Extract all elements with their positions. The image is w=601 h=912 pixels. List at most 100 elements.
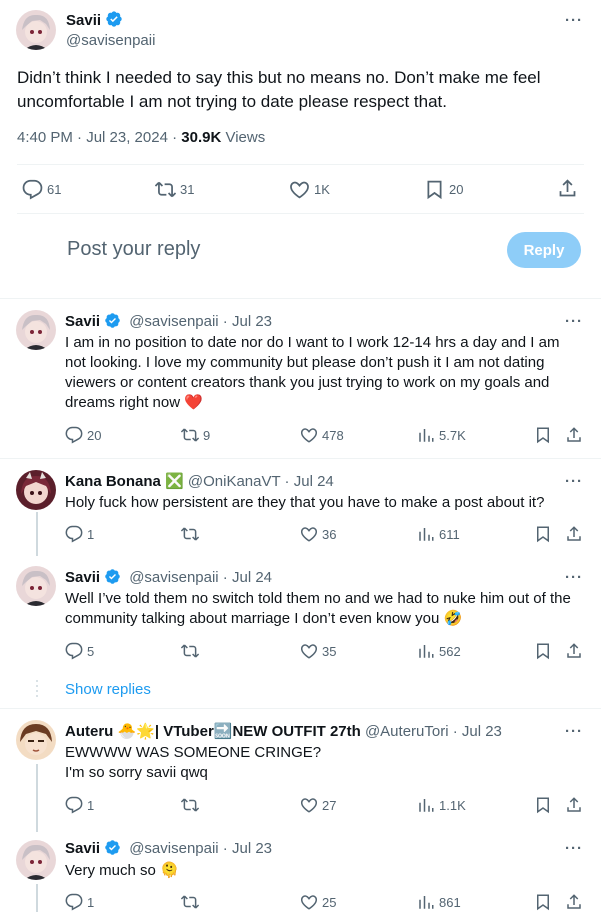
- reply-date[interactable]: · Jul 23: [219, 313, 272, 330]
- reply-date[interactable]: · Jul 24: [219, 569, 272, 586]
- like-icon: [300, 527, 318, 542]
- author-handle[interactable]: @savisenpaii: [129, 313, 218, 330]
- reply-tweet[interactable]: Kana Bonana ❎ @OniKanaVT · Jul 24 ··· Ho…: [0, 458, 601, 558]
- like-action[interactable]: 478: [300, 426, 344, 444]
- reply-action[interactable]: 1: [65, 893, 94, 911]
- author-name[interactable]: Savii: [66, 12, 101, 29]
- reply-tweet[interactable]: Auteru 🐣🌟| VTuber🔜NEW OUTFIT 27th @Auter…: [0, 708, 601, 832]
- like-action[interactable]: 36: [300, 525, 336, 543]
- reply-action[interactable]: 20: [65, 426, 101, 444]
- tweet-meta: 4:40 PM · Jul 23, 2024 · 30.9K Views: [17, 129, 265, 146]
- reply-action[interactable]: 61: [22, 179, 61, 200]
- view-count: 611: [439, 526, 460, 542]
- tweet-timestamp[interactable]: 4:40 PM · Jul 23, 2024 ·: [17, 129, 181, 146]
- author-name[interactable]: Kana Bonana: [65, 473, 161, 490]
- share-action[interactable]: [565, 796, 583, 814]
- bookmark-action[interactable]: [534, 642, 552, 660]
- reply-date[interactable]: · Jul 23: [449, 723, 502, 740]
- author-handle[interactable]: @AuteruTori: [365, 723, 449, 740]
- share-icon: [567, 797, 581, 812]
- avatar[interactable]: [16, 470, 56, 510]
- repost-action[interactable]: [181, 642, 199, 660]
- author-name[interactable]: Auteru 🐣🌟| VTuber🔜NEW OUTFIT 27th: [65, 723, 361, 740]
- views-action[interactable]: 1.1K: [417, 796, 466, 814]
- reply-date[interactable]: · Jul 23: [219, 840, 272, 857]
- bookmark-action[interactable]: [534, 525, 552, 543]
- share-action[interactable]: [557, 178, 578, 199]
- show-replies-link[interactable]: Show replies: [65, 681, 151, 698]
- bookmark-icon: [537, 643, 549, 660]
- more-icon[interactable]: ···: [565, 313, 583, 330]
- repost-action[interactable]: [181, 796, 199, 814]
- like-action[interactable]: 27: [300, 796, 336, 814]
- reply-date[interactable]: · Jul 24: [280, 473, 334, 490]
- reply-text-line-1: EWWWW WAS SOMEONE CRINGE?: [65, 744, 322, 761]
- repost-count: 9: [203, 427, 211, 443]
- like-action[interactable]: 25: [300, 893, 336, 911]
- repost-action[interactable]: 31: [155, 179, 194, 200]
- like-action[interactable]: 35: [300, 642, 336, 660]
- comment-icon: [65, 796, 83, 814]
- author-handle[interactable]: @OniKanaVT: [188, 473, 281, 490]
- bookmark-action[interactable]: 20: [424, 179, 463, 200]
- repost-icon: [181, 798, 199, 812]
- like-icon: [300, 895, 318, 910]
- author-handle[interactable]: @savisenpaii: [129, 840, 218, 857]
- more-icon[interactable]: ···: [565, 840, 583, 857]
- reply-header: Savii @savisenpaii · Jul 24: [65, 568, 272, 589]
- avatar[interactable]: [16, 10, 56, 50]
- view-count: 5.7K: [439, 427, 466, 443]
- views-label: Views: [221, 129, 266, 146]
- views-action[interactable]: 5.7K: [417, 426, 466, 444]
- views-icon: [419, 429, 434, 442]
- verified-icon: [104, 839, 121, 860]
- share-action[interactable]: [565, 426, 583, 444]
- reply-header: Auteru 🐣🌟| VTuber🔜NEW OUTFIT 27th @Auter…: [65, 722, 502, 740]
- share-icon: [567, 427, 581, 442]
- reply-action[interactable]: 1: [65, 525, 94, 543]
- like-count: 25: [322, 894, 337, 910]
- reply-count: 1: [87, 526, 95, 542]
- reply-tweet[interactable]: Savii @savisenpaii · Jul 23 ··· I am in …: [0, 298, 601, 458]
- repost-action[interactable]: [181, 525, 199, 543]
- avatar[interactable]: [16, 720, 56, 760]
- views-icon: [419, 799, 434, 812]
- repost-action[interactable]: 9: [181, 426, 210, 444]
- x-badge-emoji: ❎: [165, 473, 184, 490]
- author-name[interactable]: Savii: [65, 840, 100, 857]
- bookmark-action[interactable]: [534, 893, 552, 911]
- views-action[interactable]: 861: [417, 893, 461, 911]
- author-handle[interactable]: @savisenpaii: [66, 32, 155, 49]
- bookmark-icon: [427, 180, 442, 200]
- more-icon[interactable]: ···: [565, 12, 583, 29]
- more-icon[interactable]: ···: [565, 723, 583, 740]
- views-action[interactable]: 611: [417, 525, 460, 543]
- more-icon[interactable]: ···: [565, 473, 583, 490]
- reply-button[interactable]: Reply: [507, 232, 581, 268]
- avatar[interactable]: [16, 840, 56, 880]
- avatar[interactable]: [16, 310, 56, 350]
- reply-action[interactable]: 1: [65, 796, 94, 814]
- reply-input[interactable]: Post your reply: [67, 238, 200, 261]
- like-icon: [290, 181, 309, 199]
- reply-count: 5: [87, 643, 95, 659]
- tweet-text: Didn’t think I needed to say this but no…: [17, 68, 541, 111]
- share-action[interactable]: [565, 893, 583, 911]
- more-icon[interactable]: ···: [565, 569, 583, 586]
- author-name[interactable]: Savii: [65, 313, 100, 330]
- share-action[interactable]: [565, 525, 583, 543]
- reply-count: 1: [87, 894, 95, 910]
- avatar[interactable]: [16, 566, 56, 606]
- author-handle[interactable]: @savisenpaii: [129, 569, 218, 586]
- views-icon: [419, 645, 434, 658]
- views-action[interactable]: 562: [417, 642, 461, 660]
- reply-tweet[interactable]: Savii @savisenpaii · Jul 23 ··· Very muc…: [0, 832, 601, 912]
- share-action[interactable]: [565, 642, 583, 660]
- author-name-row: Savii: [66, 10, 123, 33]
- like-action[interactable]: 1K: [289, 179, 330, 200]
- bookmark-action[interactable]: [534, 796, 552, 814]
- repost-action[interactable]: [181, 893, 199, 911]
- author-name[interactable]: Savii: [65, 569, 100, 586]
- reply-action[interactable]: 5: [65, 642, 94, 660]
- bookmark-action[interactable]: [534, 426, 552, 444]
